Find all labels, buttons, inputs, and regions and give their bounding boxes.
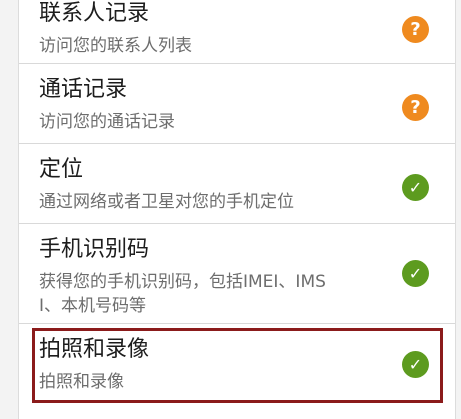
permission-title: 联系人记录 [39, 1, 150, 26]
permission-description: 访问您的联系人列表 [39, 36, 192, 56]
check-icon[interactable]: ✓ [402, 260, 429, 287]
permission-description: 访问您的通话记录 [39, 112, 175, 132]
permission-row-camera[interactable]: 拍照和录像 拍照和录像 ✓ [19, 324, 455, 409]
check-icon[interactable]: ✓ [402, 351, 429, 378]
permission-title: 手机识别码 [39, 237, 150, 262]
permission-title: 定位 [39, 157, 84, 182]
check-icon[interactable]: ✓ [402, 174, 429, 201]
question-icon[interactable]: ? [402, 94, 429, 121]
permission-row-call-log[interactable]: 通话记录 访问您的通话记录 ? [19, 64, 455, 144]
permission-row-location[interactable]: 定位 通过网络或者卫星对您的手机定位 ✓ [19, 144, 455, 224]
question-icon[interactable]: ? [402, 16, 429, 43]
permission-title: 拍照和录像 [39, 337, 150, 362]
permission-description: 通过网络或者卫星对您的手机定位 [39, 192, 294, 212]
permission-row-device-id[interactable]: 手机识别码 获得您的手机识别码，包括IMEI、IMSI、本机号码等 ✓ [19, 224, 455, 324]
permission-title: 通话记录 [39, 77, 128, 102]
permission-sheet: 联系人记录 访问您的联系人列表 ? 通话记录 访问您的通话记录 ? 定位 通过网… [18, 0, 456, 419]
permission-description: 拍照和录像 [39, 372, 124, 392]
permission-description: 获得您的手机识别码，包括IMEI、IMSI、本机号码等 [39, 272, 326, 316]
permission-row-contacts[interactable]: 联系人记录 访问您的联系人列表 ? [19, 0, 455, 64]
